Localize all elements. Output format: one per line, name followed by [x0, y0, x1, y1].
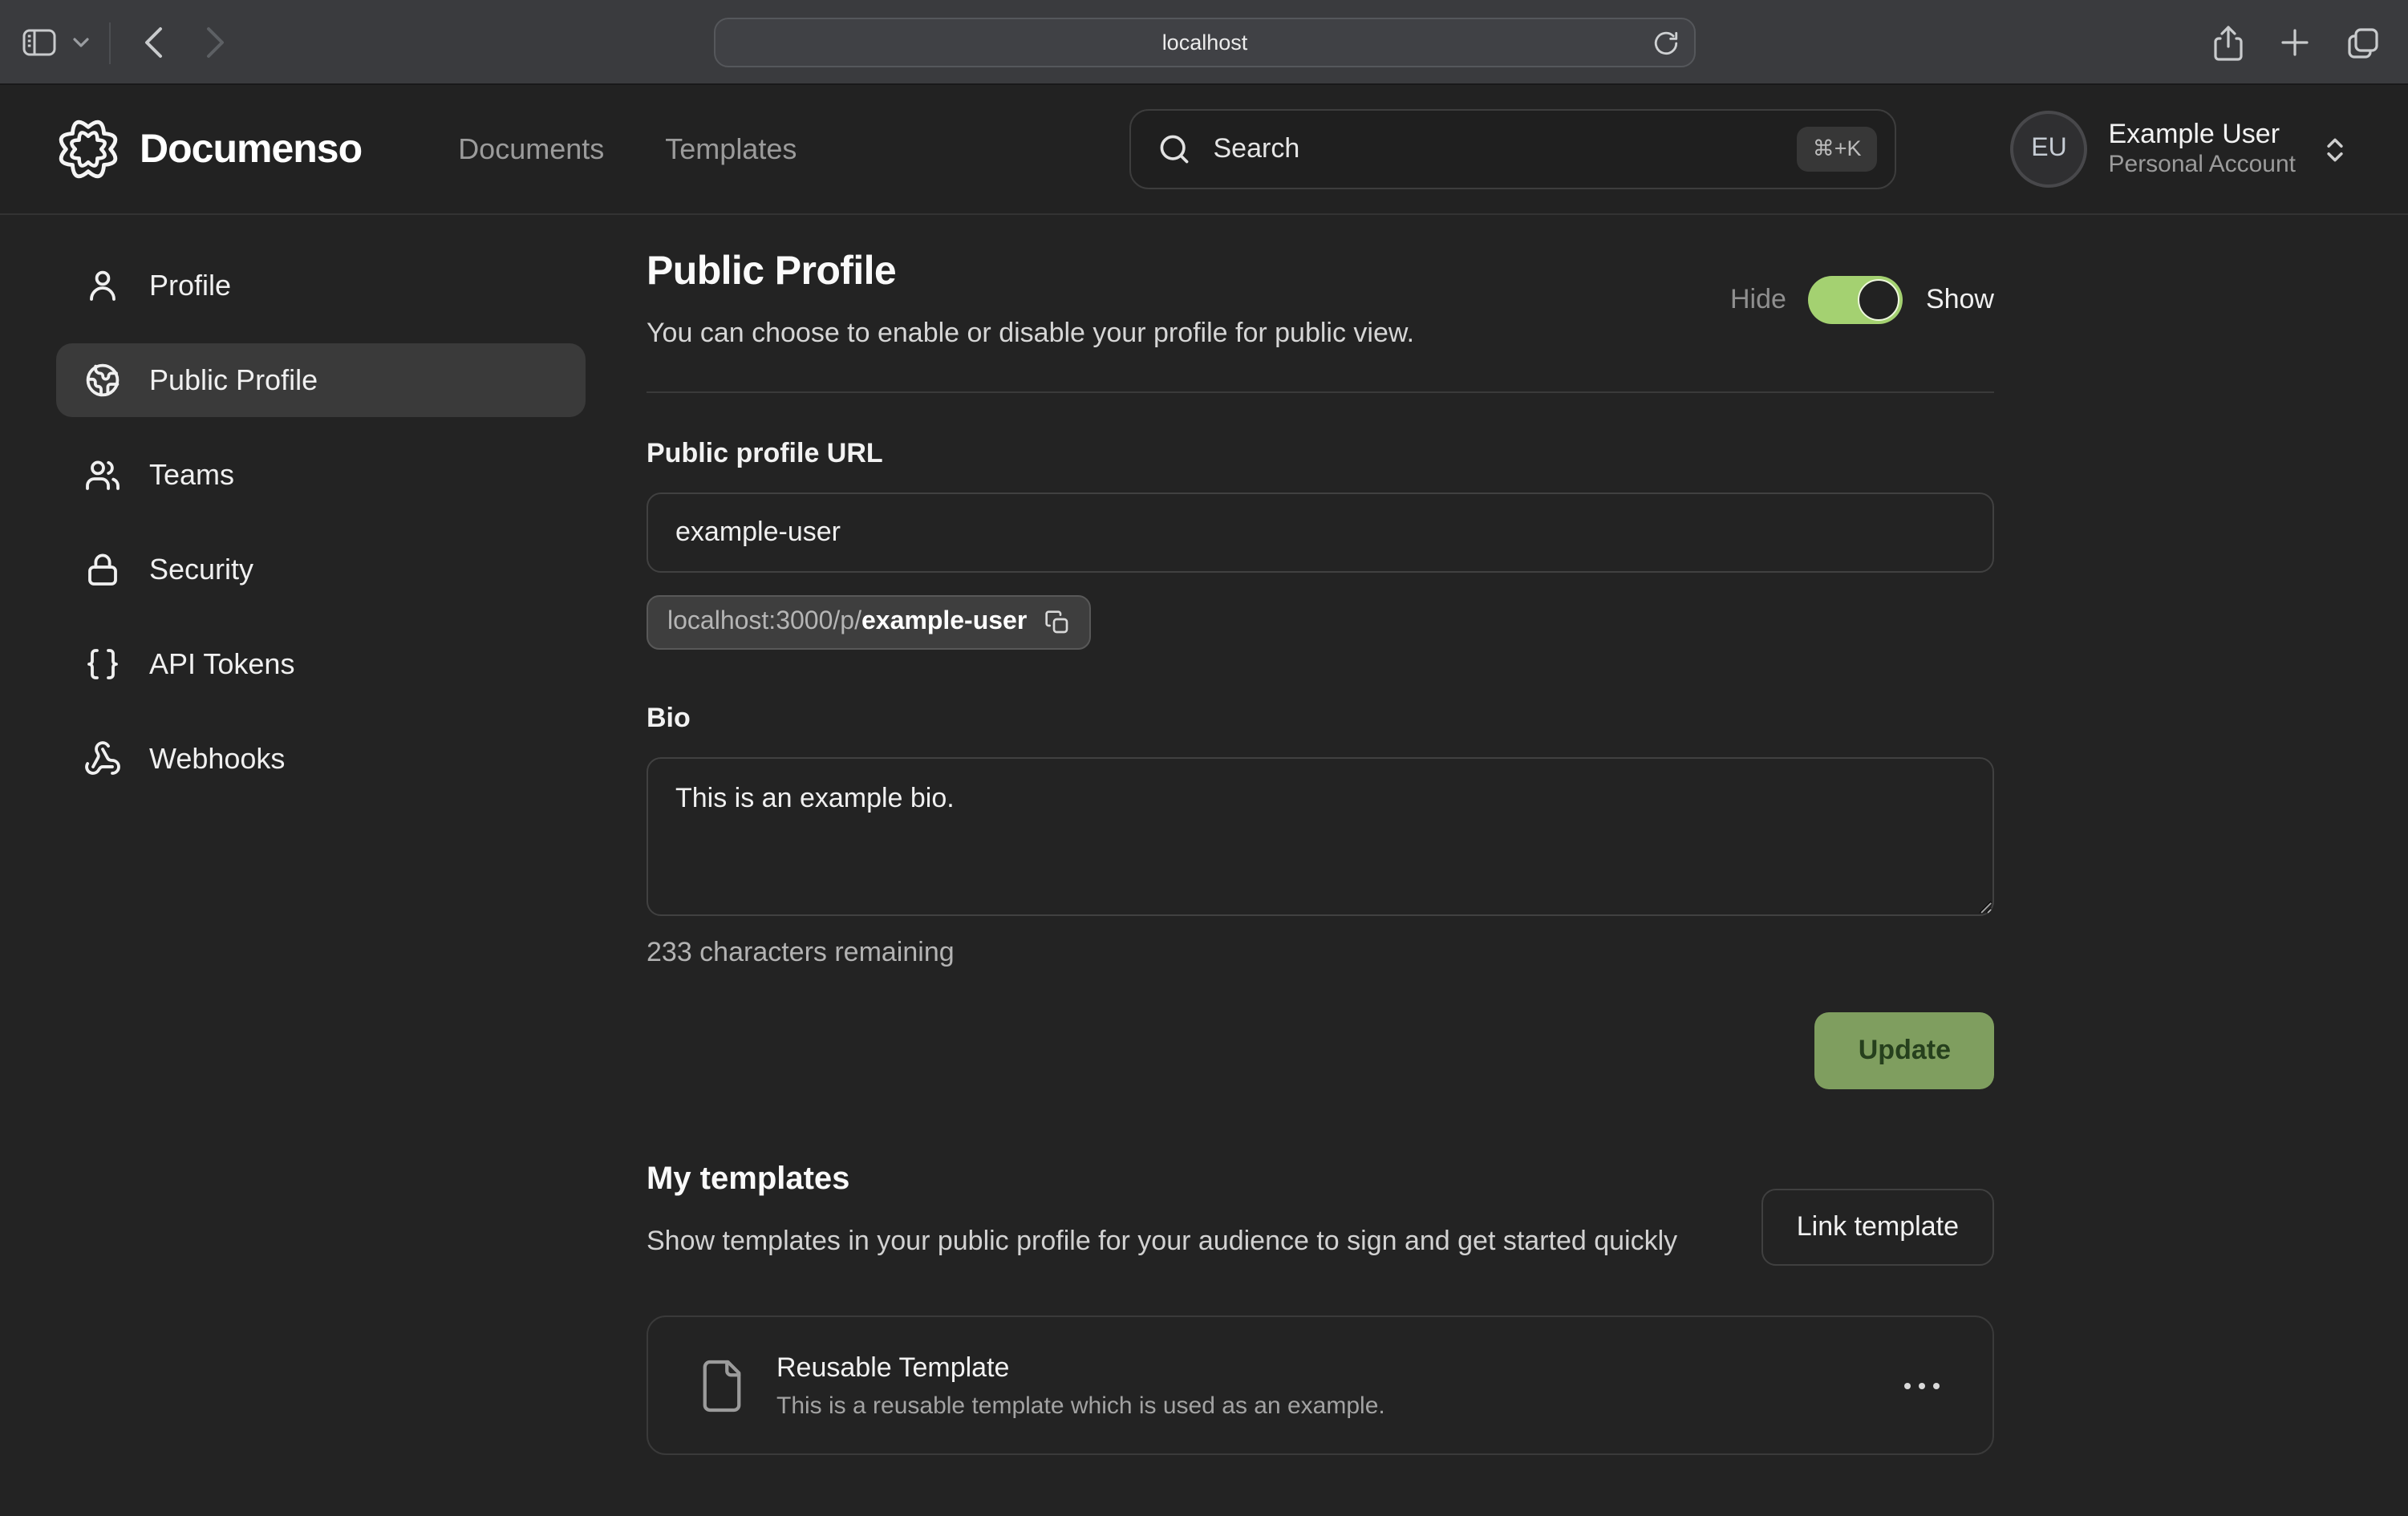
my-templates-description: Show templates in your public profile fo…	[647, 1221, 1713, 1263]
profile-link-slug: example-user	[861, 608, 1027, 635]
profile-url-label: Public profile URL	[647, 438, 1994, 470]
search-placeholder: Search	[1214, 133, 1300, 165]
update-row: Update	[647, 1012, 1994, 1089]
sidebar-item-label: Profile	[149, 269, 231, 302]
browser-toolbar: localhost	[0, 0, 2408, 85]
sidebar-item-label: Webhooks	[149, 742, 285, 776]
toggle-knob	[1859, 278, 1900, 320]
page-title: Public Profile	[647, 249, 1414, 295]
bio-section: Bio This is an example bio. 233 characte…	[647, 703, 1994, 969]
screen: localhost	[0, 0, 2408, 1516]
template-name: Reusable Template	[776, 1352, 1385, 1384]
documenso-app: Documenso Documents Templates Search ⌘+K…	[0, 85, 2408, 1456]
logo-outer-path	[61, 122, 116, 176]
search-bar[interactable]: Search ⌘+K	[1130, 109, 1897, 189]
address-bar-url: localhost	[1162, 30, 1248, 55]
sidebar-item-label: Teams	[149, 458, 234, 492]
sidebar-item-api-tokens[interactable]: API Tokens	[56, 627, 586, 701]
sidebar-item-webhooks[interactable]: Webhooks	[56, 722, 586, 796]
nav-documents[interactable]: Documents	[458, 132, 604, 166]
ellipsis-menu-icon[interactable]	[1901, 1380, 1943, 1392]
app-body: Profile Public Profile Teams	[0, 215, 2408, 1456]
toolbar-divider	[109, 22, 111, 63]
profile-link-text: localhost:3000/p/example-user	[667, 608, 1027, 637]
file-icon	[698, 1357, 746, 1415]
sidebar-item-security[interactable]: Security	[56, 533, 586, 606]
profile-visibility-toggle[interactable]	[1809, 275, 1903, 323]
bio-textarea[interactable]: This is an example bio.	[647, 757, 1994, 916]
profile-url-input[interactable]	[647, 492, 1994, 573]
nav-templates[interactable]: Templates	[665, 132, 797, 166]
chevrons-up-down-icon	[2320, 134, 2350, 164]
search-shortcut-badge: ⌘+K	[1797, 127, 1878, 172]
sidebar-toggle-icon[interactable]	[22, 29, 56, 56]
visibility-toggle-group: Hide Show	[1730, 275, 1994, 323]
user-account-type: Personal Account	[2109, 152, 2297, 182]
sidebar-item-profile[interactable]: Profile	[56, 249, 586, 322]
sidebar-item-label: Public Profile	[149, 363, 318, 397]
address-bar[interactable]: localhost	[714, 18, 1696, 67]
toggle-show-label: Show	[1926, 283, 1994, 315]
users-icon	[83, 456, 122, 494]
new-tab-icon[interactable]	[2280, 27, 2310, 58]
bio-label: Bio	[647, 703, 1994, 735]
back-button[interactable]	[143, 26, 164, 59]
lock-icon	[83, 550, 122, 589]
template-description: This is a reusable template which is use…	[776, 1392, 1385, 1420]
update-button[interactable]: Update	[1815, 1012, 1994, 1089]
my-templates-section: My templates Show templates in your publ…	[647, 1161, 1994, 1263]
toolbar-chevron-down-icon[interactable]	[72, 37, 90, 48]
page-subtitle: You can choose to enable or disable your…	[647, 318, 1414, 350]
sidebar-item-public-profile[interactable]: Public Profile	[56, 343, 586, 417]
reload-icon[interactable]	[1652, 29, 1680, 58]
avatar: EU	[2011, 111, 2088, 188]
template-card[interactable]: Reusable Template This is a reusable tem…	[647, 1316, 1994, 1456]
profile-url-section: Public profile URL localhost:3000/p/exam…	[647, 438, 1994, 650]
braces-icon	[83, 645, 122, 683]
user-name: Example User	[2109, 117, 2297, 152]
app-header: Documenso Documents Templates Search ⌘+K…	[0, 85, 2408, 215]
forward-button[interactable]	[205, 26, 226, 59]
brand[interactable]: Documenso	[58, 119, 362, 180]
user-icon	[83, 266, 122, 305]
sidebar-item-label: Security	[149, 553, 253, 586]
sidebar-item-teams[interactable]: Teams	[56, 438, 586, 512]
divider	[647, 391, 1994, 393]
documenso-logo-icon	[58, 119, 119, 180]
settings-sidebar: Profile Public Profile Teams	[56, 249, 586, 1456]
browser-nav-controls	[22, 0, 226, 85]
template-meta: Reusable Template This is a reusable tem…	[776, 1352, 1385, 1420]
public-profile-settings: Public Profile You can choose to enable …	[647, 249, 1994, 1456]
profile-link-chip[interactable]: localhost:3000/p/example-user	[647, 595, 1091, 650]
section-head: Public Profile You can choose to enable …	[647, 249, 1994, 350]
user-meta: Example User Personal Account	[2109, 117, 2297, 181]
section-head-text: Public Profile You can choose to enable …	[647, 249, 1414, 350]
search-icon	[1157, 132, 1193, 167]
logo-inner-path	[71, 132, 104, 165]
main-nav: Documents Templates	[458, 132, 797, 166]
link-template-button[interactable]: Link template	[1761, 1189, 1994, 1266]
brand-name: Documenso	[140, 126, 362, 172]
share-icon[interactable]	[2214, 25, 2243, 60]
profile-link-prefix: localhost:3000/p/	[667, 608, 861, 635]
tab-overview-icon[interactable]	[2347, 26, 2379, 59]
toggle-hide-label: Hide	[1730, 283, 1786, 315]
characters-remaining: 233 characters remaining	[647, 937, 1994, 969]
browser-window-controls	[2214, 0, 2379, 85]
webhook-icon	[83, 740, 122, 778]
user-menu[interactable]: EU Example User Personal Account	[2011, 111, 2351, 188]
copy-icon[interactable]	[1044, 610, 1070, 635]
sidebar-item-label: API Tokens	[149, 647, 294, 681]
globe-icon	[83, 361, 122, 399]
